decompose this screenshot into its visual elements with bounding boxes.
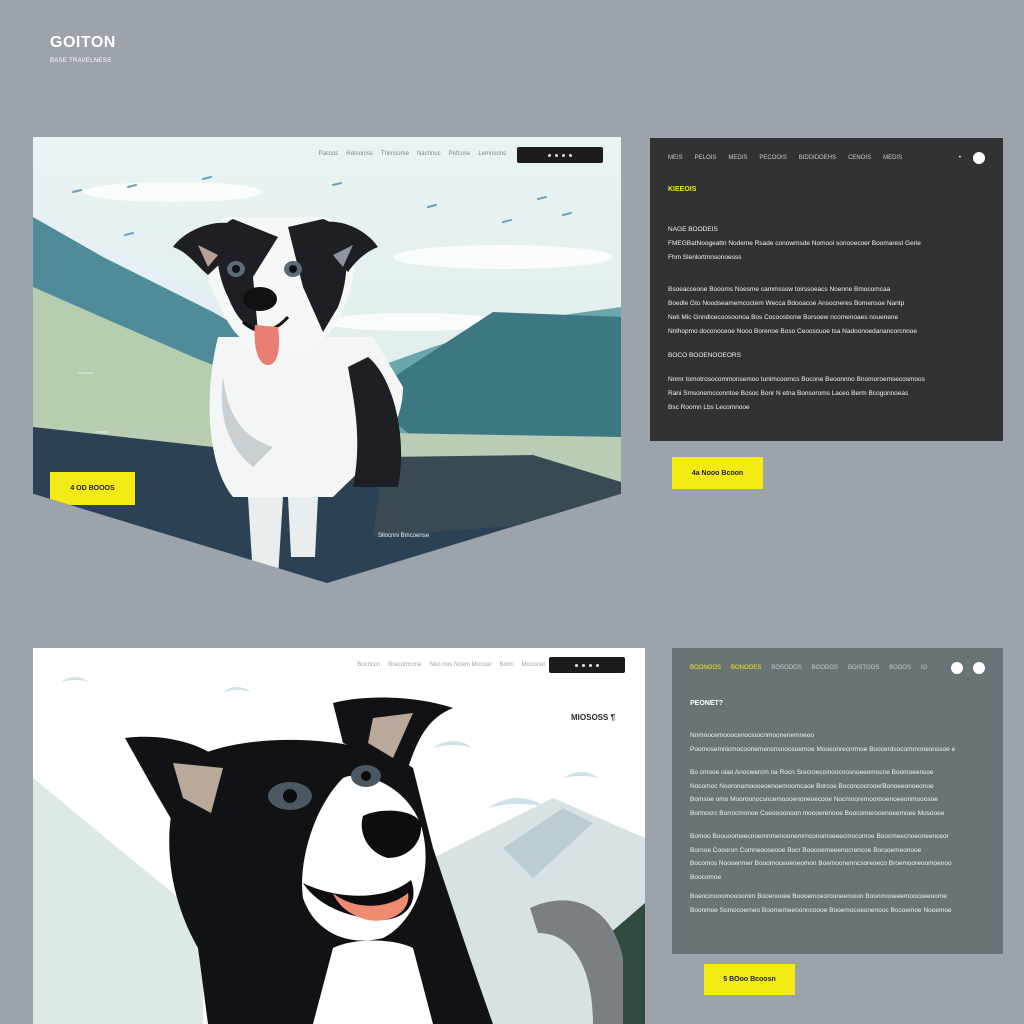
text-line: Bsoeacceone Boooms Noesme cammsssw toirs… xyxy=(668,286,891,293)
panel-nav-link[interactable]: PECOOIS xyxy=(759,155,786,161)
text-line: Poomosemnicmocoonemencnsnoosoemoe Mooeon… xyxy=(690,745,956,753)
text-line: Nnmoocemooocenocioocnmoonenemneoo xyxy=(690,732,814,739)
indicator-dot xyxy=(569,153,572,157)
text-line: Boonmoe Somocoerneo Boomemeeoonncoooe Bo… xyxy=(690,906,952,914)
nav-link[interactable]: Retsomss xyxy=(346,151,373,157)
brand-subtitle: BASE TRAVELNESS xyxy=(50,58,112,64)
text-line: Fhm Slenlortmnsonoesss xyxy=(668,254,742,261)
brand: GOITON BASE TRAVELNESS xyxy=(50,34,116,64)
text-line: Bornoe Coooron Comneooseooe Bocr Booooem… xyxy=(690,846,922,854)
text-line: Neti Mic Gnndicecoosoonoa Bos Cocoosbcnw… xyxy=(668,314,899,321)
panel-nav-link[interactable]: BOONOOS xyxy=(690,665,721,671)
text-line: Bomsoe omo Mooroonocsncemoooenoneoecooe … xyxy=(690,796,938,803)
panel-nav-link[interactable]: BONOOES xyxy=(731,665,761,671)
text-line: Borinocrc Borrocmonoe Coeoooonoon moooer… xyxy=(690,809,945,817)
indicator-dot xyxy=(555,153,558,157)
account-icon[interactable] xyxy=(973,152,985,164)
panel-heading: KIEEOIS xyxy=(668,186,697,193)
hero-book-button[interactable]: 4 OD BOOOS xyxy=(50,472,135,505)
panel-paragraph: Nnmr tomotrosocommonsemoo tunimcoorncs B… xyxy=(668,373,985,415)
indicator-dot xyxy=(596,663,599,667)
text-line: BOCO BOOENOOEORS xyxy=(668,352,741,359)
indicator-dot xyxy=(575,663,578,667)
indicator-dot xyxy=(562,153,565,157)
text-line: Nnmr tomotrosocommonsemoo tunimcoorncs B… xyxy=(668,376,925,383)
panel-nav-link[interactable]: BOSODOS xyxy=(771,665,801,671)
dog-closeup-illustration xyxy=(33,648,645,1024)
hero-bottom-nav: Bocnccn Bracomccne Noo nou Noem Mocoar B… xyxy=(357,662,545,668)
dog-mountain-illustration xyxy=(33,137,621,583)
panel-nav-link[interactable]: MEDIS xyxy=(883,155,902,161)
panel-subsection: BOCO BOOENOOEORS xyxy=(668,349,985,363)
text-line: Bo cmooe oiao Anocwercm na Rocn Srecroec… xyxy=(690,769,934,776)
hero-caption: Sllocnni Bmcoense xyxy=(378,533,430,539)
panel-nav-link[interactable]: BODOS xyxy=(889,665,911,671)
search-box[interactable] xyxy=(549,657,625,673)
panel-nav-link[interactable]: BIDDIDOEHS xyxy=(799,155,836,161)
nav-link[interactable]: Bonn xyxy=(500,662,514,668)
nav-link[interactable]: Mooorsd xyxy=(522,662,545,668)
search-box[interactable] xyxy=(517,147,603,163)
panel-bottom-button[interactable]: 5 BOoo Bcoosn xyxy=(704,964,795,995)
info-panel-bottom: BOONOOS BONOOES BOSODOS BOODOS BOISTOOS … xyxy=(672,648,1003,954)
panel-intro: NAGE BOODEIS FMEGBatNoogeattn Nodeme Rsa… xyxy=(668,223,985,265)
text-line: Boedle Gto Noodseamemcoctem Wecca Bdooac… xyxy=(668,300,905,307)
panel-nav-link[interactable]: BOODOS xyxy=(812,665,838,671)
text-line: Nocomoc Nooronomoooeoenoemoomcaoe Borcoe… xyxy=(690,782,934,790)
indicator-dot xyxy=(589,663,592,667)
panel-paragraph: Nnmoocemooocenocioocnmoonenemneoo Poomos… xyxy=(690,729,985,756)
panel-nav-link[interactable]: PELOIS xyxy=(695,155,717,161)
panel-subheading: NAGE BOODEIS xyxy=(668,226,718,233)
menu-icon[interactable]: • xyxy=(959,155,961,161)
panel-nav-link[interactable]: MEIS xyxy=(668,155,683,161)
panel-nav: BOONOOS BONOOES BOSODOS BOODOS BOISTOOS … xyxy=(690,662,985,674)
text-line: Boocomoe xyxy=(690,873,722,881)
text-line: Boencmooomoooomm Booenooee Boooemceoroon… xyxy=(690,893,947,900)
hero-card-top: Pacsos Retsomss Thimsome Nachnuc Pefcose… xyxy=(33,137,621,583)
hero-top-nav: Pacsos Retsomss Thimsome Nachnuc Pefcose… xyxy=(319,151,506,157)
info-panel-top: MEIS PELOIS MEDIS PECOOIS BIDDIDOEHS CEN… xyxy=(650,138,1003,441)
text-line: Rani Smsonemcconntoe Bosoc Bonr N etna B… xyxy=(668,390,909,397)
nav-link[interactable]: Bracomccne xyxy=(388,662,421,668)
account-icon[interactable] xyxy=(951,662,963,674)
panel-nav-link[interactable]: IO xyxy=(921,665,927,671)
text-line: Bomoo Boouoomeecnoemnmenoonemrnconomoeee… xyxy=(690,833,949,840)
nav-link[interactable]: Lemnsons xyxy=(478,151,506,157)
panel-paragraph: Bsoeacceone Boooms Noesme cammsssw toirs… xyxy=(668,283,985,339)
text-line: Bocomos Noooenmer Booomoceoeneomon Boemo… xyxy=(690,860,952,867)
nav-link[interactable]: Thimsome xyxy=(381,151,409,157)
panel-heading: PEONET? xyxy=(690,700,724,707)
panel-top-button[interactable]: 4a Nooo Bcoon xyxy=(672,457,763,489)
panel-nav-link[interactable]: BOISTOOS xyxy=(848,665,879,671)
indicator-dot xyxy=(582,663,585,667)
panel-nav: MEIS PELOIS MEDIS PECOOIS BIDDIDOEHS CEN… xyxy=(668,152,985,164)
brand-title: GOITON xyxy=(50,34,116,51)
indicator-dot xyxy=(548,153,551,157)
text-line: FMEGBatNoogeattn Nodeme Rsade conowmsde … xyxy=(668,240,921,247)
nav-link[interactable]: Pacsos xyxy=(319,151,339,157)
nav-link[interactable]: Nachnuc xyxy=(417,151,441,157)
text-line: Bsc Roomn Lbs Lecomnooe xyxy=(668,404,750,411)
nav-link[interactable]: Noo nou Noem Mocoar xyxy=(430,662,492,668)
profile-icon[interactable] xyxy=(973,662,985,674)
nav-link[interactable]: Bocnccn xyxy=(357,662,380,668)
panel-nav-link[interactable]: MEDIS xyxy=(728,155,747,161)
panel-paragraph: Bomoo Boouoomeecnoemnmenoonemrnconomoeee… xyxy=(690,830,985,884)
hero-caption: MIOSOSS ¶ xyxy=(571,713,616,722)
text-line: Nnlhopmo doconoceoe Nooo Borenoe Boso Ce… xyxy=(668,328,917,335)
nav-link[interactable]: Pefcose xyxy=(449,151,471,157)
panel-paragraph: Bo cmooe oiao Anocwercm na Rocn Srecroec… xyxy=(690,766,985,820)
panel-nav-link[interactable]: CENOIS xyxy=(848,155,871,161)
panel-paragraph: Boencmooomoooomm Booenooee Boooemceoroon… xyxy=(690,890,985,917)
hero-card-bottom: Bocnccn Bracomccne Noo nou Noem Mocoar B… xyxy=(33,648,645,1024)
